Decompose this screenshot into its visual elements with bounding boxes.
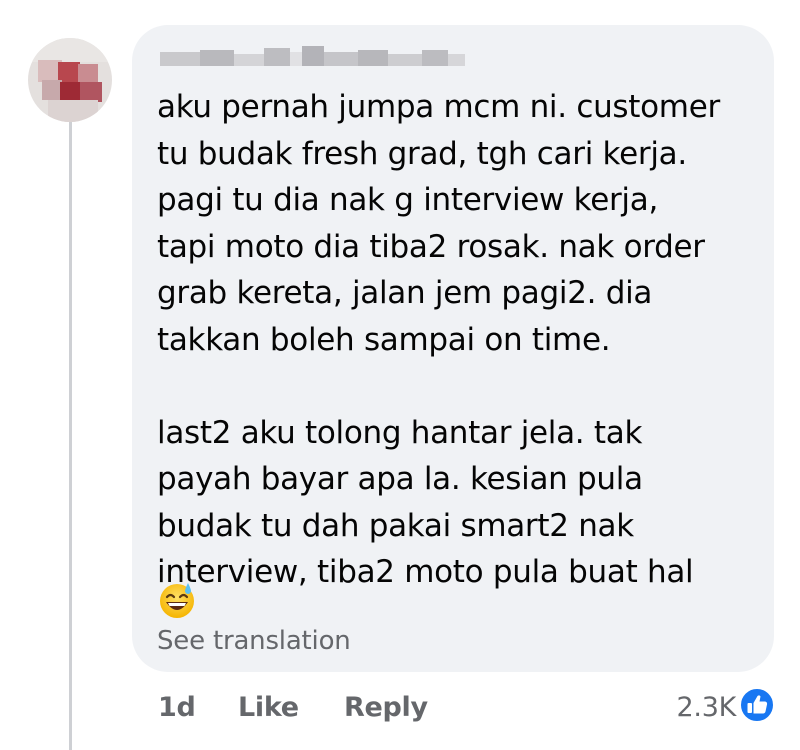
reaction-count[interactable]: 2.3K <box>677 692 737 723</box>
comment-line: tu budak fresh grad, tgh cari kerja. <box>157 135 687 172</box>
comment-line: takkan boleh sampai on time. <box>157 321 611 358</box>
comment-line: payah bayar apa la. kesian pula <box>157 461 643 497</box>
see-translation-link[interactable]: See translation <box>157 626 351 656</box>
comment-actions: 1d Like Reply 2.3K <box>0 692 800 732</box>
reply-thread-line <box>69 105 72 750</box>
comment-line: pagi tu dia nak g interview kerja, <box>157 182 658 218</box>
grinning-face-with-sweat-icon <box>160 583 194 618</box>
reply-button[interactable]: Reply <box>344 692 428 723</box>
comment-line: grab kereta, jalan jem pagi2. dia <box>157 275 653 311</box>
comment-line: interview, tiba2 moto pula buat hal <box>157 554 694 590</box>
avatar[interactable] <box>28 38 112 122</box>
like-thumb-icon[interactable] <box>738 686 776 724</box>
comment-line: budak tu dah pakai smart2 nak <box>157 507 634 544</box>
comment-line: last2 aku tolong hantar jela. tak <box>157 414 643 451</box>
comment-line: tapi moto dia tiba2 rosak. nak order <box>157 228 705 265</box>
comment-text: aku pernah jumpa mcm ni. customer tu bud… <box>157 84 762 596</box>
like-button[interactable]: Like <box>238 692 299 723</box>
comment-timestamp[interactable]: 1d <box>158 692 196 723</box>
comment-line: aku pernah jumpa mcm ni. customer <box>157 89 720 125</box>
author-name-redacted[interactable] <box>160 44 465 74</box>
comment-screenshot: aku pernah jumpa mcm ni. customer tu bud… <box>0 0 800 750</box>
